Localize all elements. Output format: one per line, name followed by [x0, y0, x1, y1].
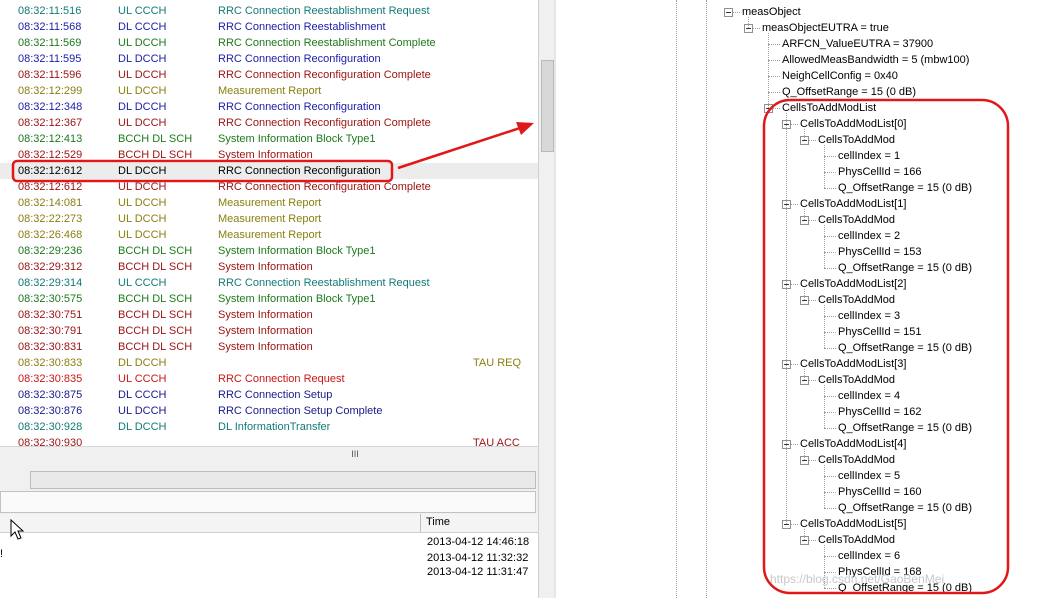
watermark: https://blog.csdn.net/GaoBenMei: [770, 572, 945, 586]
cells-list-highlight: [762, 98, 1010, 595]
annotation-overlay: [11, 98, 1010, 595]
annotation-arrow: [397, 126, 521, 170]
selected-row-highlight: [11, 159, 394, 183]
arrow-head-icon: [516, 122, 534, 135]
